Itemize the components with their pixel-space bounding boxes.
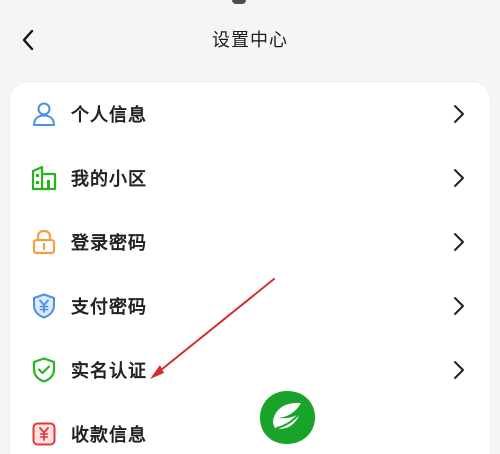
chevron-right-icon — [454, 297, 464, 315]
settings-item-payment-password[interactable]: 支付密码 — [10, 274, 490, 338]
chevron-right-icon — [454, 233, 464, 251]
chevron-right-icon — [454, 169, 464, 187]
shield-yuan-icon — [33, 293, 55, 319]
chevron-right-icon — [454, 361, 464, 379]
status-bar-speck — [232, 0, 246, 4]
settings-item-login-password[interactable]: 登录密码 — [10, 210, 490, 274]
settings-screen: 设置中心 个人信息 我的小区 登录密码 支付密码 实名认证 收款信息 — [0, 0, 500, 454]
settings-item-label: 实名认证 — [71, 361, 147, 382]
user-icon — [33, 102, 55, 126]
settings-item-label: 个人信息 — [71, 105, 147, 126]
settings-item-payment-info[interactable]: 收款信息 — [10, 402, 490, 454]
settings-item-label: 支付密码 — [71, 297, 147, 318]
chevron-right-icon — [454, 105, 464, 123]
header: 设置中心 — [0, 18, 500, 62]
settings-item-label: 登录密码 — [71, 233, 147, 254]
leaf-logo-icon — [260, 391, 316, 444]
lock-icon — [32, 229, 56, 255]
settings-item-label: 我的小区 — [71, 169, 147, 190]
yuan-card-icon — [32, 422, 56, 446]
shield-check-icon — [32, 357, 56, 383]
building-icon — [31, 165, 57, 191]
settings-list: 个人信息 我的小区 登录密码 支付密码 实名认证 收款信息 — [10, 82, 490, 454]
settings-item-my-community[interactable]: 我的小区 — [10, 146, 490, 210]
settings-item-personal-info[interactable]: 个人信息 — [10, 82, 490, 146]
settings-item-label: 收款信息 — [71, 425, 147, 446]
page-title: 设置中心 — [212, 30, 288, 51]
settings-item-real-name-verification[interactable]: 实名认证 — [10, 338, 490, 402]
leaf-logo — [257, 388, 318, 446]
